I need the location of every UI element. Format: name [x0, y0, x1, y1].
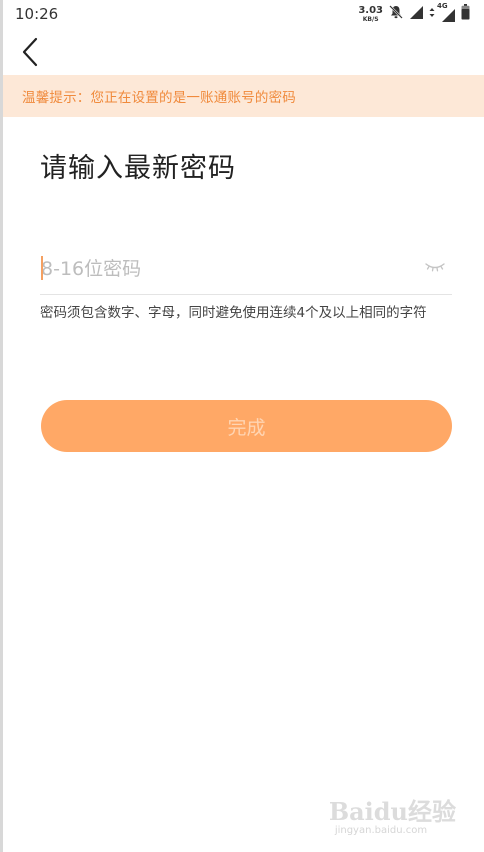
bell-muted-icon [388, 4, 404, 24]
battery-icon [461, 4, 470, 24]
baidu-watermark: Baidu经验 jingyan.baidu.com [329, 792, 456, 836]
network-type: 4G [437, 2, 448, 10]
screen: 10:26 3.03 KB/S 4G 温馨提示：您正在设置的是一账通账号的密码 … [0, 0, 484, 852]
network-speed-value: 3.03 [358, 4, 383, 16]
notice-text: 温馨提示：您正在设置的是一账通账号的密码 [22, 90, 296, 106]
signal-4g-icon: 4G [437, 2, 456, 22]
status-icons: 3.03 KB/S 4G [358, 2, 470, 25]
password-field [40, 244, 452, 295]
submit-button[interactable]: 完成 [41, 400, 452, 452]
submit-label: 完成 [227, 416, 266, 439]
data-arrows-icon [429, 5, 435, 24]
eye-closed-icon[interactable] [424, 259, 446, 275]
signal-icon [409, 5, 424, 24]
status-time: 10:26 [15, 5, 59, 23]
password-input[interactable] [40, 250, 410, 288]
network-speed: 3.03 KB/S [358, 4, 383, 23]
page-title: 请输入最新密码 [40, 153, 236, 184]
status-bar: 10:26 3.03 KB/S 4G [3, 0, 484, 28]
notice-banner: 温馨提示：您正在设置的是一账通账号的密码 [3, 75, 484, 117]
watermark-url: jingyan.baidu.com [334, 825, 428, 836]
back-button[interactable] [13, 35, 47, 69]
network-speed-unit: KB/S [362, 15, 379, 23]
text-caret [41, 256, 43, 280]
chevron-left-icon [22, 37, 38, 67]
watermark-logo: Baidu经验 [328, 797, 456, 826]
password-hint: 密码须包含数字、字母，同时避免使用连续4个及以上相同的字符 [40, 305, 427, 321]
